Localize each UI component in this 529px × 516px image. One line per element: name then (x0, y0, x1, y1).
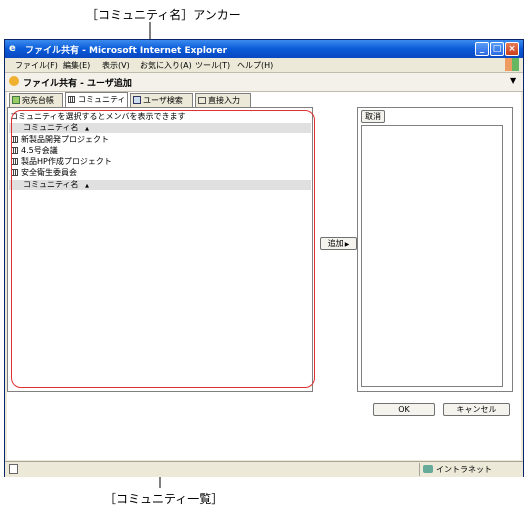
menu-tools[interactable]: ツール(T) (195, 60, 230, 71)
page-status-icon (9, 464, 18, 474)
title-bar[interactable]: e ファイル共有 - Microsoft Internet Explorer _… (5, 40, 523, 58)
page-header-bar: ファイル共有 - ユーザ追加 ▼ (5, 73, 523, 92)
chevron-down-icon[interactable]: ▼ (510, 76, 516, 85)
page-icon (9, 76, 19, 86)
tab-label: 宛先台帳 (22, 96, 54, 105)
window-title: ファイル共有 - Microsoft Internet Explorer (25, 46, 228, 56)
ok-button[interactable]: OK (373, 403, 435, 416)
status-bar: イントラネット (5, 461, 523, 477)
windows-logo-icon (505, 58, 519, 71)
status-divider (419, 463, 420, 476)
tab-label: ユーザ検索 (143, 96, 183, 105)
tab-label: 直接入力 (208, 96, 240, 105)
menu-view[interactable]: 表示(V) (102, 60, 130, 71)
menu-edit[interactable]: 編集(E) (63, 60, 90, 71)
intranet-icon (423, 465, 433, 473)
grid-icon (68, 96, 75, 103)
add-button[interactable]: 追加▶ (320, 237, 357, 250)
maximize-button[interactable]: □ (490, 42, 504, 56)
zone-label: イントラネット (436, 465, 492, 474)
callout-list-label: ［コミュニティ一覧］ (104, 492, 224, 506)
community-list-highlight (11, 110, 315, 388)
tab-direct-input[interactable]: 直接入力 (195, 93, 251, 107)
tab-community[interactable]: コミュニティ (65, 92, 128, 108)
close-button[interactable]: × (505, 42, 519, 56)
menu-file[interactable]: ファイル(F) (15, 60, 58, 71)
address-book-icon (12, 96, 20, 104)
arrow-right-icon: ▶ (344, 241, 350, 248)
remove-selection-button[interactable]: 取消 (361, 110, 385, 123)
page-header-title: ファイル共有 - ユーザ追加 (23, 79, 132, 89)
tab-address-book[interactable]: 宛先台帳 (9, 93, 63, 107)
selected-users-list[interactable] (361, 125, 503, 387)
cancel-button[interactable]: キャンセル (443, 403, 510, 416)
text-input-icon (198, 97, 206, 104)
menu-favorites[interactable]: お気に入り(A) (140, 60, 192, 71)
ie-icon: e (9, 43, 16, 54)
page-content: 宛先台帳 コミュニティ ユーザ検索 直接入力 コミュニティを選択するとメンバを表… (7, 92, 521, 460)
menu-bar: ファイル(F) 編集(E) 表示(V) お気に入り(A) ツール(T) ヘルプ(… (5, 58, 523, 73)
add-button-label: 追加 (327, 239, 344, 248)
tab-label: コミュニティ (78, 95, 126, 104)
user-search-icon (133, 96, 141, 104)
minimize-button[interactable]: _ (475, 42, 489, 56)
tab-user-search[interactable]: ユーザ検索 (130, 93, 193, 107)
menu-help[interactable]: ヘルプ(H) (237, 60, 273, 71)
browser-window: e ファイル共有 - Microsoft Internet Explorer _… (4, 39, 524, 477)
